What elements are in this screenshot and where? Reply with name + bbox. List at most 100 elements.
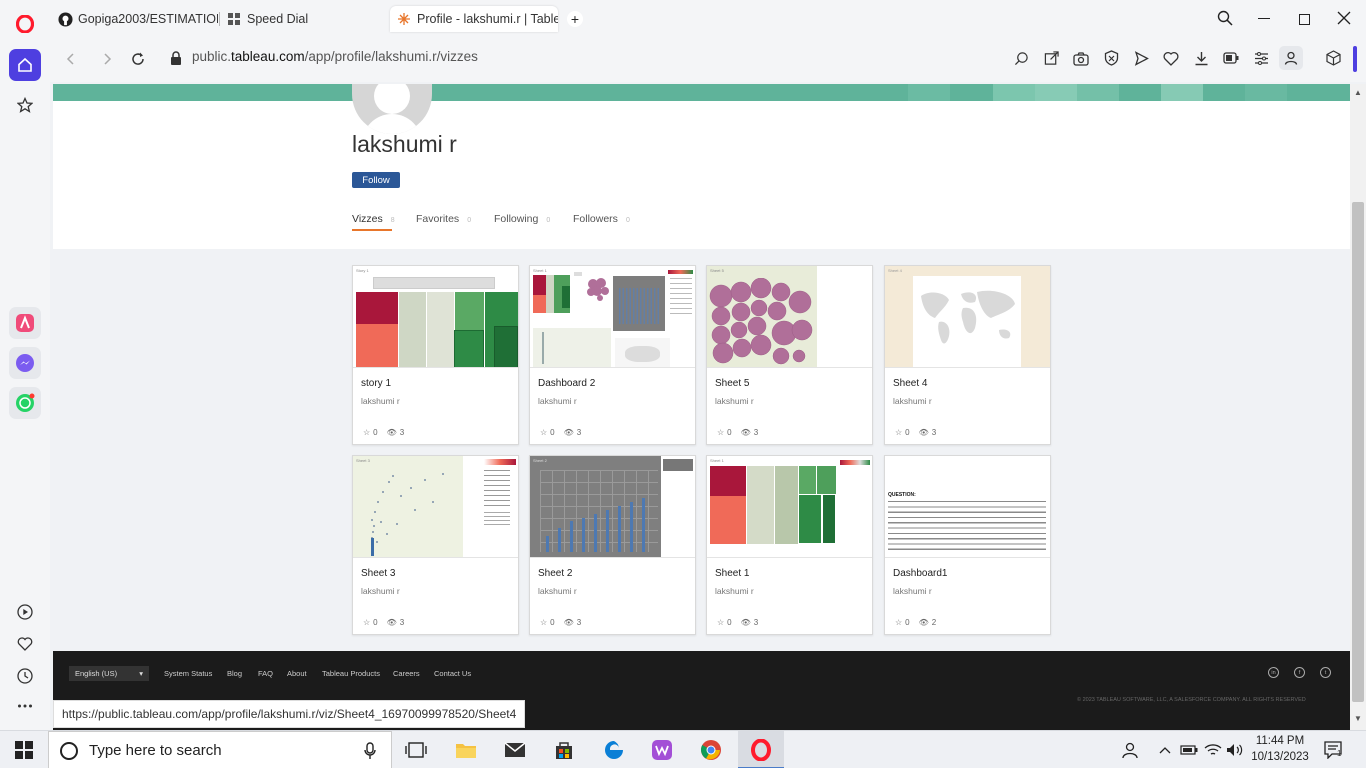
favorite-star-icon[interactable]: ☆: [717, 618, 724, 627]
viz-thumbnail[interactable]: QUESTION:: [885, 456, 1050, 558]
send-icon[interactable]: [1132, 49, 1150, 67]
battery-icon[interactable]: [1176, 738, 1202, 762]
favorite-star-icon[interactable]: ☆: [540, 618, 547, 627]
task-view-icon[interactable]: [403, 738, 429, 762]
share-icon[interactable]: [1042, 49, 1060, 67]
favorite-star-icon[interactable]: ☆: [895, 618, 902, 627]
tab-vizzes[interactable]: Vizzes 8: [352, 213, 395, 225]
adblock-shield-icon[interactable]: [1102, 49, 1120, 67]
scroll-thumb[interactable]: [1352, 202, 1364, 702]
follow-button[interactable]: Follow: [352, 172, 400, 188]
viz-thumbnail[interactable]: Story 1: [353, 266, 518, 368]
viz-thumbnail[interactable]: Sheet 2: [530, 456, 695, 558]
more-icon[interactable]: [9, 690, 41, 722]
opera-logo-icon[interactable]: [9, 8, 41, 40]
mail-icon[interactable]: [502, 738, 528, 762]
bookmark-heart-icon[interactable]: [1162, 49, 1180, 67]
viz-thumbnail[interactable]: Sheet 1: [530, 266, 695, 368]
tab-followers[interactable]: Followers 0: [573, 213, 630, 225]
viz-thumbnail[interactable]: Sheet 1: [707, 456, 872, 558]
edge-icon[interactable]: [601, 738, 627, 762]
viz-card[interactable]: Sheet 5 Sheet 5 lakshumi r ☆ 0 👁 3: [706, 265, 873, 445]
tab-profile[interactable]: Profile - lakshumi.r | Table: [390, 6, 558, 32]
viz-title[interactable]: Sheet 5: [715, 378, 749, 389]
opera-taskbar-button[interactable]: [738, 731, 784, 768]
favorite-star-icon[interactable]: ☆: [717, 428, 724, 437]
viz-author[interactable]: lakshumi r: [715, 586, 754, 596]
footer-link-contact-us[interactable]: Contact Us: [434, 669, 471, 678]
viz-author[interactable]: lakshumi r: [538, 396, 577, 406]
people-icon[interactable]: [1117, 738, 1143, 762]
tab-github[interactable]: Gopiga2003/ESTIMATION: [58, 6, 218, 32]
twitter-icon[interactable]: t: [1320, 667, 1331, 678]
viz-title[interactable]: Dashboard1: [893, 568, 947, 579]
footer-link-faq[interactable]: FAQ: [258, 669, 273, 678]
messenger-icon[interactable]: [9, 347, 41, 379]
page-scrollbar[interactable]: ▲ ▼: [1350, 84, 1366, 730]
back-icon[interactable]: [64, 52, 78, 71]
viz-card[interactable]: Sheet 2 Sheet 2 lakshumi r ☆ 0 👁 3: [529, 455, 696, 635]
viz-title[interactable]: Sheet 4: [893, 378, 927, 389]
wps-office-icon[interactable]: [649, 738, 675, 762]
home-icon[interactable]: [9, 49, 41, 81]
file-explorer-icon[interactable]: [453, 738, 479, 762]
language-select[interactable]: English (US) ▾: [69, 666, 149, 681]
viz-author[interactable]: lakshumi r: [715, 396, 754, 406]
url-field[interactable]: public.tableau.com/app/profile/lakshumi.…: [192, 49, 478, 64]
viz-author[interactable]: lakshumi r: [893, 586, 932, 596]
extensions-cube-icon[interactable]: [1324, 49, 1342, 67]
viz-card[interactable]: Sheet 4 Sheet 4 lakshumi r ☆ 0 👁 3: [884, 265, 1051, 445]
restore-icon[interactable]: [1299, 14, 1310, 25]
close-icon[interactable]: [1336, 10, 1352, 31]
chevron-up-icon[interactable]: [1152, 738, 1178, 762]
footer-link-blog[interactable]: Blog: [227, 669, 242, 678]
reload-icon[interactable]: [130, 51, 146, 72]
new-tab-button[interactable]: +: [567, 11, 583, 27]
notification-center-icon[interactable]: 1: [1320, 738, 1346, 762]
facebook-icon[interactable]: f: [1294, 667, 1305, 678]
profile-account-icon[interactable]: [1279, 46, 1303, 70]
player-icon[interactable]: [9, 596, 41, 628]
aria-icon[interactable]: [9, 307, 41, 339]
viz-author[interactable]: lakshumi r: [893, 396, 932, 406]
linkedin-icon[interactable]: in: [1268, 667, 1279, 678]
footer-link-tableau-products[interactable]: Tableau Products: [322, 669, 380, 678]
easy-setup-icon[interactable]: [1252, 49, 1270, 67]
taskbar-search[interactable]: Type here to search: [48, 731, 392, 768]
viz-author[interactable]: lakshumi r: [361, 586, 400, 596]
scroll-down-icon[interactable]: ▼: [1354, 714, 1362, 723]
viz-card[interactable]: Sheet 1 Dashboard 2 lakshumi r ☆ 0 👁 3: [529, 265, 696, 445]
avatar[interactable]: [352, 84, 432, 134]
viz-title[interactable]: Sheet 2: [538, 568, 572, 579]
star-icon[interactable]: [9, 89, 41, 121]
tab-following[interactable]: Following 0: [494, 213, 550, 225]
viz-card[interactable]: Sheet 3 Sheet 3 lakshumi r ☆ 0 👁 3: [352, 455, 519, 635]
scroll-up-icon[interactable]: ▲: [1354, 88, 1362, 97]
tab-search-icon[interactable]: [1217, 10, 1233, 31]
viz-card[interactable]: Story 1 story 1 lakshumi r ☆ 0 👁 3: [352, 265, 519, 445]
minimize-icon[interactable]: [1258, 18, 1270, 19]
viz-author[interactable]: lakshumi r: [538, 586, 577, 596]
store-icon[interactable]: [551, 738, 577, 762]
viz-thumbnail[interactable]: Sheet 3: [353, 456, 518, 558]
download-icon[interactable]: [1192, 49, 1210, 67]
favorite-star-icon[interactable]: ☆: [540, 428, 547, 437]
heart-icon[interactable]: [9, 628, 41, 660]
whatsapp-icon[interactable]: [9, 387, 41, 419]
viz-card[interactable]: Sheet 1 Sheet 1 lakshumi r ☆ 0 👁 3: [706, 455, 873, 635]
forward-icon[interactable]: [100, 52, 114, 71]
footer-link-system-status[interactable]: System Status: [164, 669, 212, 678]
footer-link-careers[interactable]: Careers: [393, 669, 420, 678]
viz-title[interactable]: Dashboard 2: [538, 378, 595, 389]
camera-icon[interactable]: [1072, 49, 1090, 67]
favorite-star-icon[interactable]: ☆: [363, 428, 370, 437]
viz-author[interactable]: lakshumi r: [361, 396, 400, 406]
viz-title[interactable]: story 1: [361, 378, 391, 389]
footer-link-about[interactable]: About: [287, 669, 307, 678]
lock-icon[interactable]: [170, 51, 182, 71]
page-search-icon[interactable]: [1012, 49, 1030, 67]
sidebar-handle[interactable]: [1353, 46, 1357, 72]
viz-thumbnail[interactable]: Sheet 5: [707, 266, 872, 368]
viz-title[interactable]: Sheet 3: [361, 568, 395, 579]
favorite-star-icon[interactable]: ☆: [363, 618, 370, 627]
